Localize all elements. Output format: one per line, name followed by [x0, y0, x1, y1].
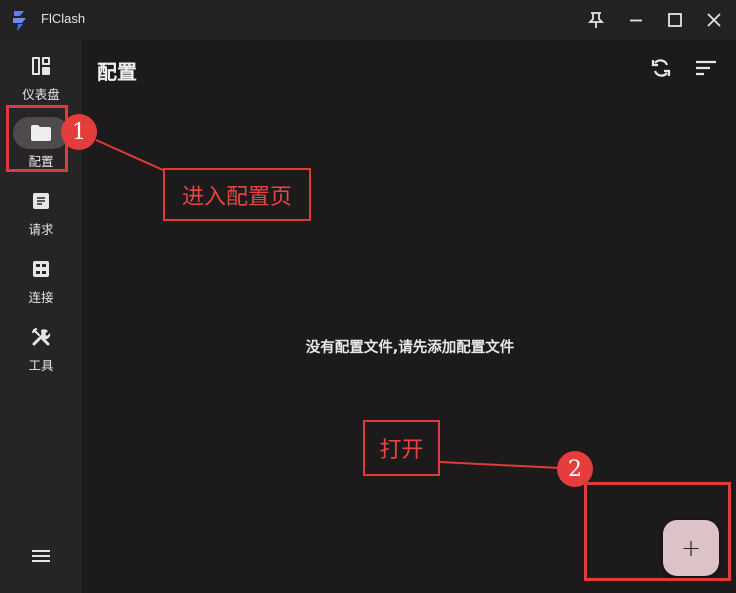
sidebar-item-label: 工具 [28, 358, 54, 373]
sidebar-item-label: 请求 [28, 222, 54, 237]
empty-state-message: 没有配置文件,请先添加配置文件 [305, 340, 515, 356]
maximize-button[interactable] [659, 5, 691, 35]
sidebar-item-requests[interactable]: 请求 [0, 185, 82, 247]
close-button[interactable] [698, 5, 730, 35]
dashboard-icon [32, 57, 50, 75]
annotation-label-2: 打开 [363, 420, 440, 476]
page-title: 配置 [97, 60, 137, 84]
pin-button[interactable] [580, 5, 612, 35]
sync-icon [651, 59, 671, 77]
sidebar-item-dashboard[interactable]: 仪表盘 [0, 50, 82, 112]
close-icon [707, 13, 721, 27]
annotation-badge-1: 1 [61, 114, 97, 150]
sync-button[interactable] [647, 54, 675, 82]
hamburger-menu-icon [32, 550, 50, 562]
connection-icon [33, 261, 49, 277]
flclash-logo-icon [10, 9, 30, 31]
sort-icon [696, 60, 716, 76]
minimize-icon [630, 19, 642, 22]
annotation-box-profiles [6, 105, 68, 172]
pin-icon [587, 12, 605, 28]
window-title: FlClash [41, 11, 86, 26]
annotation-label-1: 进入配置页 [163, 168, 311, 221]
sort-button[interactable] [692, 54, 720, 82]
menu-button[interactable] [26, 543, 56, 569]
minimize-button[interactable] [620, 5, 652, 35]
sidebar-item-connections[interactable]: 连接 [0, 253, 82, 315]
maximize-icon [668, 13, 682, 27]
sidebar-item-label: 连接 [28, 290, 54, 305]
request-icon [33, 193, 49, 209]
title-bar: FlClash [0, 0, 736, 40]
annotation-box-add [584, 482, 731, 581]
sidebar-item-label: 仪表盘 [22, 87, 60, 102]
